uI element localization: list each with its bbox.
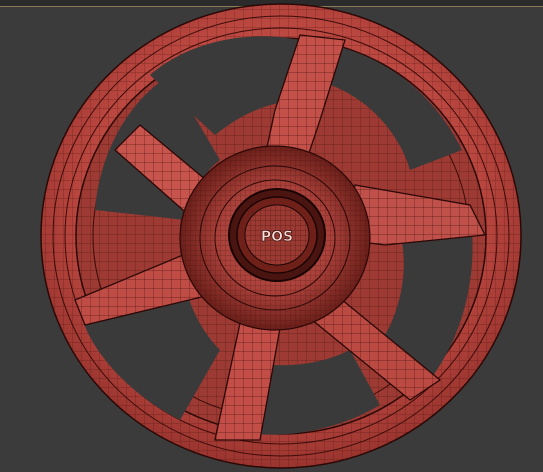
wheel-model[interactable]: POS (0, 0, 543, 472)
center-cap: POS (228, 188, 326, 282)
svg-text:POS: POS (261, 229, 293, 245)
3d-viewport[interactable]: POS (0, 0, 543, 472)
wheel-center-logo-icon: POS (261, 229, 294, 246)
